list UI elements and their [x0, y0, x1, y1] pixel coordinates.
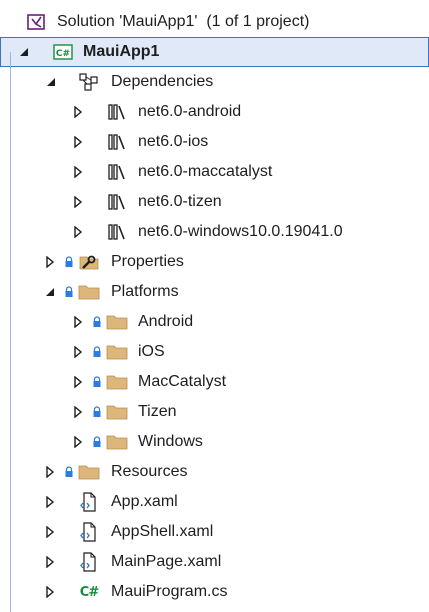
- tree-item-solution[interactable]: Solution 'MauiApp1' (1 of 1 project): [0, 7, 429, 37]
- csharp-project-icon: C#: [52, 37, 74, 67]
- collapsed-triangle-icon[interactable]: [43, 457, 57, 487]
- framework-label: net6.0-windows10.0.19041.0: [138, 223, 343, 240]
- properties-label: Properties: [111, 253, 184, 270]
- framework-library-icon: [106, 127, 128, 157]
- folder-icon: [106, 427, 128, 457]
- lock-icon: [91, 367, 103, 397]
- framework-library-icon: [106, 217, 128, 247]
- collapsed-triangle-icon[interactable]: [71, 367, 85, 397]
- lock-icon: [63, 277, 75, 307]
- csharp-badge: C#: [79, 584, 99, 600]
- file-label: MauiProgram.cs: [111, 583, 228, 600]
- collapsed-triangle-icon[interactable]: [71, 127, 85, 157]
- lock-icon: [91, 427, 103, 457]
- tree-item-platform-folder[interactable]: iOS: [0, 337, 429, 367]
- collapsed-triangle-icon[interactable]: [71, 97, 85, 127]
- platform-folder-label: Android: [138, 313, 194, 330]
- tree-item-properties[interactable]: Properties: [0, 247, 429, 277]
- expanded-triangle-icon[interactable]: [44, 67, 58, 97]
- project-badge: C#: [56, 49, 70, 59]
- tree-item-platform-folder[interactable]: MacCatalyst: [0, 367, 429, 397]
- collapsed-triangle-icon[interactable]: [71, 307, 85, 337]
- framework-label: net6.0-android: [138, 103, 242, 120]
- folder-icon: [78, 277, 100, 307]
- tree-item-dependencies[interactable]: Dependencies: [0, 67, 429, 97]
- tree-item-framework[interactable]: net6.0-maccatalyst: [0, 157, 429, 187]
- solution-explorer-tree: Solution 'MauiApp1' (1 of 1 project) C# …: [0, 0, 429, 612]
- folder-icon: [106, 367, 128, 397]
- folder-icon: [106, 337, 128, 367]
- framework-library-icon: [106, 187, 128, 217]
- collapsed-triangle-icon[interactable]: [43, 487, 57, 517]
- collapsed-triangle-icon[interactable]: [43, 517, 57, 547]
- file-label: App.xaml: [111, 493, 178, 510]
- properties-wrench-icon: [78, 247, 100, 277]
- expanded-triangle-icon[interactable]: [17, 37, 31, 67]
- collapsed-triangle-icon[interactable]: [43, 247, 57, 277]
- tree-item-file[interactable]: AppShell.xaml: [0, 517, 429, 547]
- framework-label: net6.0-ios: [138, 133, 209, 150]
- lock-icon: [91, 337, 103, 367]
- tree-item-framework[interactable]: net6.0-tizen: [0, 187, 429, 217]
- folder-icon: [78, 457, 100, 487]
- tree-item-platform-folder[interactable]: Windows: [0, 427, 429, 457]
- tree-item-resources[interactable]: Resources: [0, 457, 429, 487]
- project-label: MauiApp1: [83, 43, 160, 60]
- collapsed-triangle-icon[interactable]: [71, 397, 85, 427]
- tree-item-platform-folder[interactable]: Android: [0, 307, 429, 337]
- visual-studio-solution-icon: [25, 7, 47, 37]
- framework-library-icon: [106, 97, 128, 127]
- tree-item-framework[interactable]: net6.0-windows10.0.19041.0: [0, 217, 429, 247]
- csharp-file-icon: C#: [78, 577, 100, 607]
- platform-folder-label: Tizen: [138, 403, 177, 420]
- tree-item-platforms[interactable]: Platforms: [0, 277, 429, 307]
- folder-icon: [106, 307, 128, 337]
- collapsed-triangle-icon[interactable]: [71, 337, 85, 367]
- framework-label: net6.0-maccatalyst: [138, 163, 273, 180]
- tree-item-file[interactable]: MainPage.xaml: [0, 547, 429, 577]
- lock-icon: [91, 397, 103, 427]
- xaml-file-icon: [78, 517, 100, 547]
- tree-item-framework[interactable]: net6.0-ios: [0, 127, 429, 157]
- tree-item-project[interactable]: C# MauiApp1: [0, 37, 429, 67]
- xaml-file-icon: [78, 487, 100, 517]
- lock-icon: [63, 457, 75, 487]
- solution-label: Solution 'MauiApp1' (1 of 1 project): [57, 13, 310, 30]
- framework-library-icon: [106, 157, 128, 187]
- framework-label: net6.0-tizen: [138, 193, 222, 210]
- folder-icon: [106, 397, 128, 427]
- collapsed-triangle-icon[interactable]: [71, 427, 85, 457]
- platform-folder-label: MacCatalyst: [138, 373, 227, 390]
- collapsed-triangle-icon[interactable]: [71, 157, 85, 187]
- lock-icon: [63, 247, 75, 277]
- resources-label: Resources: [111, 463, 188, 480]
- collapsed-triangle-icon[interactable]: [71, 187, 85, 217]
- tree-item-file[interactable]: App.xaml: [0, 487, 429, 517]
- lock-icon: [91, 307, 103, 337]
- collapsed-triangle-icon[interactable]: [71, 217, 85, 247]
- platform-folder-label: iOS: [138, 343, 165, 360]
- tree-item-framework[interactable]: net6.0-android: [0, 97, 429, 127]
- dependencies-label: Dependencies: [111, 73, 214, 90]
- dependencies-icon: [78, 67, 100, 97]
- collapsed-triangle-icon[interactable]: [43, 547, 57, 577]
- expanded-triangle-icon[interactable]: [43, 277, 57, 307]
- tree-item-platform-folder[interactable]: Tizen: [0, 397, 429, 427]
- platforms-label: Platforms: [111, 283, 179, 300]
- platform-folder-label: Windows: [138, 433, 203, 450]
- file-label: AppShell.xaml: [111, 523, 214, 540]
- file-label: MainPage.xaml: [111, 553, 222, 570]
- collapsed-triangle-icon[interactable]: [43, 577, 57, 607]
- tree-item-file[interactable]: C# MauiProgram.cs: [0, 577, 429, 607]
- xaml-file-icon: [78, 547, 100, 577]
